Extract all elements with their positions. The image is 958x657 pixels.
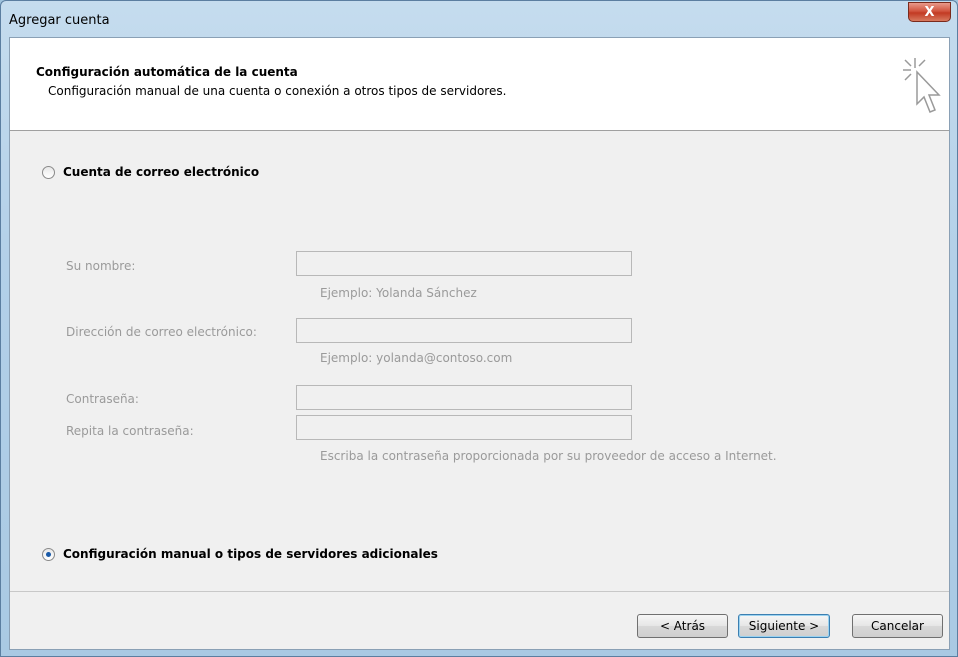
back-button[interactable]: < Atrás xyxy=(637,614,728,638)
header-subtitle: Configuración manual de una cuenta o con… xyxy=(48,84,507,98)
dialog-body: Configuración automática de la cuenta Co… xyxy=(9,37,950,650)
manual-config-radio[interactable] xyxy=(42,548,55,561)
header-title: Configuración automática de la cuenta xyxy=(36,65,298,79)
add-account-window: Agregar cuenta X Configuración automátic… xyxy=(0,0,958,657)
manual-config-label[interactable]: Configuración manual o tipos de servidor… xyxy=(63,547,438,561)
email-account-radio[interactable] xyxy=(42,166,55,179)
password-hint: Escriba la contraseña proporcionada por … xyxy=(320,449,777,463)
footer-divider xyxy=(10,591,949,592)
name-field[interactable] xyxy=(296,251,632,276)
email-label: Dirección de correo electrónico: xyxy=(66,325,257,339)
repeat-password-label: Repita la contraseña: xyxy=(66,424,194,438)
email-hint: Ejemplo: yolanda@contoso.com xyxy=(320,351,513,365)
password-label: Contraseña: xyxy=(66,392,139,406)
email-field[interactable] xyxy=(296,318,632,343)
window-title: Agregar cuenta xyxy=(9,13,110,28)
name-label: Su nombre: xyxy=(66,259,136,273)
cancel-button[interactable]: Cancelar xyxy=(852,614,943,638)
name-hint: Ejemplo: Yolanda Sánchez xyxy=(320,286,477,300)
title-bar[interactable]: Agregar cuenta X xyxy=(1,1,957,37)
wizard-cursor-icon xyxy=(903,58,941,113)
password-field[interactable] xyxy=(296,385,632,410)
next-button[interactable]: Siguiente > xyxy=(738,614,830,638)
close-icon: X xyxy=(924,4,935,20)
email-account-label[interactable]: Cuenta de correo electrónico xyxy=(63,165,259,179)
wizard-header: Configuración automática de la cuenta Co… xyxy=(10,38,949,131)
repeat-password-field[interactable] xyxy=(296,415,632,440)
close-button[interactable]: X xyxy=(908,2,951,22)
